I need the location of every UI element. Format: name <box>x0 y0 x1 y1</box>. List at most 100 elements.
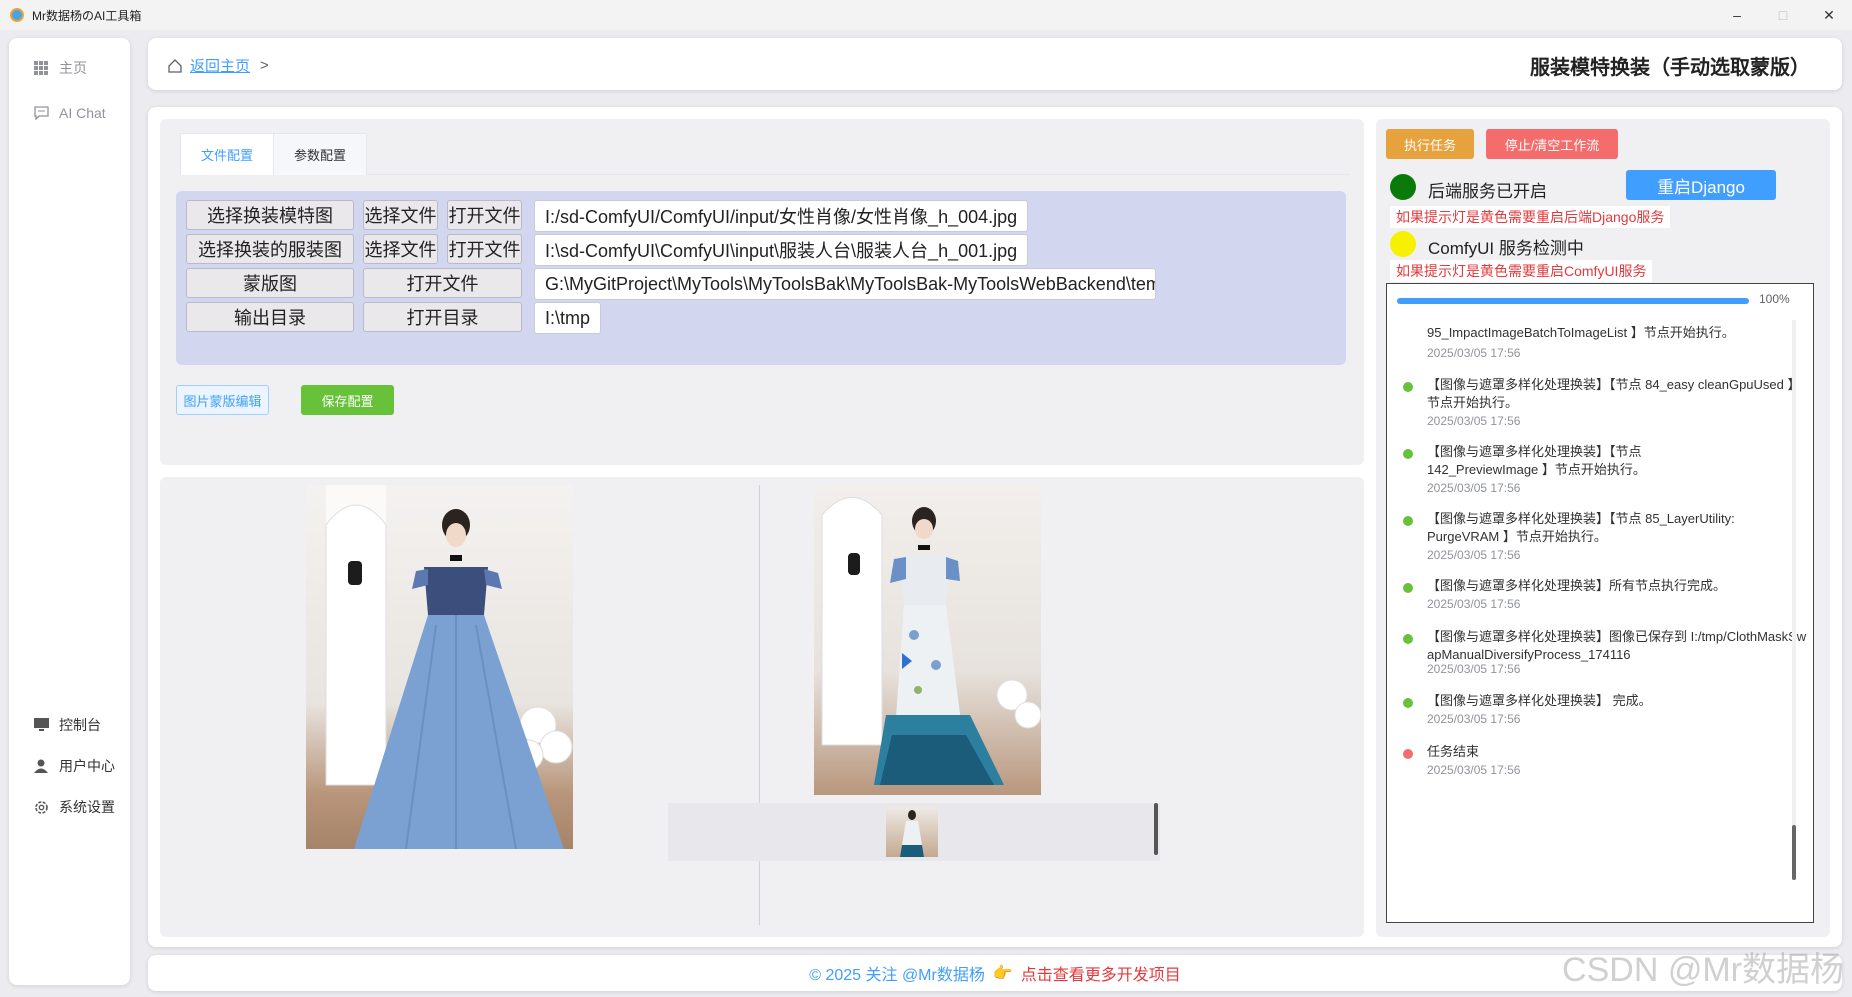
log-item: 【图像与遮罩多样化处理换装】【节点 85_LayerUtility: Purge… <box>1403 510 1803 570</box>
log-item: 【图像与遮罩多样化处理换装】所有节点执行完成。 2025/03/05 17:56 <box>1403 577 1803 621</box>
user-icon <box>33 758 49 774</box>
select-file-button[interactable]: 选择文件 <box>363 200 438 230</box>
image-preview-card <box>160 477 1364 937</box>
stop-workflow-button[interactable]: 停止/清空工作流 <box>1486 129 1618 159</box>
sidebar-item-label: 控制台 <box>59 717 101 733</box>
sidebar: 主页 AI Chat 控制台 用户中心 系统设置 <box>9 38 130 985</box>
mask-edit-button[interactable]: 图片蒙版编辑 <box>176 385 269 415</box>
save-config-button[interactable]: 保存配置 <box>301 385 394 415</box>
sidebar-item-label: AI Chat <box>59 105 106 121</box>
model-image-path[interactable]: I:/sd-ComfyUI/ComfyUI/input/女性肖像/女性肖像_h_… <box>534 200 1029 232</box>
log-time: 2025/03/05 17:56 <box>1427 346 1521 360</box>
comfyui-status-light <box>1390 231 1416 257</box>
log-list[interactable]: 95_ImpactImageBatchToImageList 】节点开始执行。 … <box>1387 320 1813 920</box>
control-panel: 执行任务 停止/清空工作流 后端服务已开启 重启Django 如果提示灯是黄色需… <box>1376 119 1830 937</box>
log-time: 2025/03/05 17:56 <box>1427 662 1521 676</box>
log-dot <box>1403 634 1413 644</box>
comfyui-status-text: ComfyUI 服务检测中 <box>1428 239 1584 258</box>
title-bar: Mr数据杨のAI工具箱 – □ ✕ <box>0 0 1852 30</box>
tab-param-config[interactable]: 参数配置 <box>274 133 368 175</box>
log-dot <box>1403 516 1413 526</box>
sidebar-item-label: 主页 <box>59 60 87 76</box>
open-dir-button[interactable]: 打开目录 <box>363 302 522 332</box>
sidebar-item-settings[interactable]: 系统设置 <box>33 797 115 817</box>
open-file-button[interactable]: 打开文件 <box>363 268 522 298</box>
progress-label: 100% <box>1759 292 1790 306</box>
model-image <box>306 485 573 849</box>
back-home-link[interactable]: 返回主页 <box>190 55 250 76</box>
log-message: 95_ImpactImageBatchToImageList 】节点开始执行。 <box>1427 325 1735 340</box>
maximize-button[interactable]: □ <box>1760 0 1806 30</box>
backend-status-light <box>1390 174 1416 200</box>
breadcrumb-separator: > <box>260 57 269 74</box>
thumbnail-strip <box>668 803 1160 861</box>
log-item: 【图像与遮罩多样化处理换装】图像已保存到 I:/tmp/ClothMaskSwa… <box>1403 628 1806 688</box>
log-message: 【图像与遮罩多样化处理换装】图像已保存到 I:/tmp/ClothMaskSwa… <box>1427 629 1807 662</box>
sidebar-item-home[interactable]: 主页 <box>33 58 87 78</box>
select-file-button[interactable]: 选择文件 <box>363 234 438 264</box>
close-button[interactable]: ✕ <box>1806 0 1852 30</box>
watermark: CSDN @Mr数据杨 <box>1562 951 1844 989</box>
log-scrollbar[interactable] <box>1792 320 1796 880</box>
log-item: 【图像与遮罩多样化处理换装】 完成。 2025/03/05 17:56 <box>1403 692 1803 736</box>
sidebar-item-console[interactable]: 控制台 <box>33 715 101 735</box>
footer-more-projects-link[interactable]: 点击查看更多开发项目 <box>1021 961 1181 985</box>
log-message: 【图像与遮罩多样化处理换装】【节点 85_LayerUtility: Purge… <box>1427 511 1735 544</box>
log-item: 【图像与遮罩多样化处理换装】【节点 142_PreviewImage 】节点开始… <box>1403 443 1803 503</box>
log-message: 【图像与遮罩多样化处理换装】 完成。 <box>1427 693 1652 708</box>
progress-bar <box>1397 298 1749 304</box>
home-icon <box>168 58 182 73</box>
monitor-icon <box>33 717 49 733</box>
log-item: 95_ImpactImageBatchToImageList 】节点开始执行。 … <box>1403 324 1803 374</box>
output-dir-path[interactable]: I:\tmp <box>534 302 602 334</box>
cloth-image-path[interactable]: I:\sd-ComfyUI\ComfyUI\input\服装人台\服装人台_h_… <box>534 234 1029 266</box>
log-time: 2025/03/05 17:56 <box>1427 548 1521 562</box>
model-image-row: 选择换装模特图 选择文件 打开文件 I:/sd-ComfyUI/ComfyUI/… <box>186 200 1029 232</box>
sidebar-item-label: 系统设置 <box>59 799 115 815</box>
restart-django-button[interactable]: 重启Django <box>1626 170 1776 200</box>
mask-image-row: 蒙版图 打开文件 G:\MyGitProject\MyTools\MyTools… <box>186 268 1156 300</box>
execute-task-button[interactable]: 执行任务 <box>1386 129 1474 159</box>
window-controls: – □ ✕ <box>1714 0 1852 30</box>
log-time: 2025/03/05 17:56 <box>1427 712 1521 726</box>
log-message: 【图像与遮罩多样化处理换装】【节点 142_PreviewImage 】节点开始… <box>1427 444 1646 477</box>
main-panel: 文件配置 参数配置 选择换装模特图 选择文件 打开文件 I:/sd-ComfyU… <box>148 107 1842 947</box>
sidebar-item-label: 用户中心 <box>59 758 115 774</box>
select-cloth-image-button[interactable]: 选择换装的服装图 <box>186 234 354 264</box>
window-title: Mr数据杨のAI工具箱 <box>32 8 142 23</box>
mask-image-path[interactable]: G:\MyGitProject\MyTools\MyToolsBak\MyToo… <box>534 268 1156 300</box>
log-dot <box>1403 583 1413 593</box>
log-time: 2025/03/05 17:56 <box>1427 414 1521 428</box>
grid-icon <box>33 60 49 76</box>
cloth-image-row: 选择换装的服装图 选择文件 打开文件 I:\sd-ComfyUI\ComfyUI… <box>186 234 1029 266</box>
log-time: 2025/03/05 17:56 <box>1427 597 1521 611</box>
breadcrumb: 返回主页 > <box>168 55 269 76</box>
mask-image-button[interactable]: 蒙版图 <box>186 268 354 298</box>
sidebar-item-ai-chat[interactable]: AI Chat <box>33 105 106 121</box>
sidebar-item-user-center[interactable]: 用户中心 <box>33 756 115 776</box>
output-dir-button[interactable]: 输出目录 <box>186 302 354 332</box>
log-dot <box>1403 382 1413 392</box>
backend-status-text: 后端服务已开启 <box>1428 182 1547 201</box>
open-file-button[interactable]: 打开文件 <box>447 234 522 264</box>
comfyui-warning: 如果提示灯是黄色需要重启ComfyUI服务 <box>1390 260 1653 282</box>
gear-icon <box>33 799 49 815</box>
log-scroll-thumb[interactable] <box>1792 825 1796 880</box>
config-tabs: 文件配置 参数配置 <box>180 133 1350 175</box>
pointing-hand-icon: 👉 <box>992 965 1013 982</box>
page-title: 服装模特换装（手动选取蒙版） <box>1530 57 1810 79</box>
log-dot <box>1403 449 1413 459</box>
app-icon <box>10 8 24 22</box>
select-model-image-button[interactable]: 选择换装模特图 <box>186 200 354 230</box>
thumbnail-scrollbar[interactable] <box>1154 803 1158 855</box>
log-panel: 100% 95_ImpactImageBatchToImageList 】节点开… <box>1386 283 1814 923</box>
page-header: 返回主页 > 服装模特换装（手动选取蒙版） <box>148 38 1842 90</box>
progress-fill <box>1397 298 1749 304</box>
footer-copyright[interactable]: © 2025 关注 @Mr数据杨 <box>809 961 985 985</box>
log-message: 【图像与遮罩多样化处理换装】所有节点执行完成。 <box>1427 578 1727 593</box>
thumbnail-image[interactable] <box>886 807 938 857</box>
open-file-button[interactable]: 打开文件 <box>447 200 522 230</box>
tab-file-config[interactable]: 文件配置 <box>180 133 275 175</box>
minimize-button[interactable]: – <box>1714 0 1760 30</box>
log-item: 【图像与遮罩多样化处理换装】【节点 84_easy cleanGpuUsed 】… <box>1403 376 1803 436</box>
